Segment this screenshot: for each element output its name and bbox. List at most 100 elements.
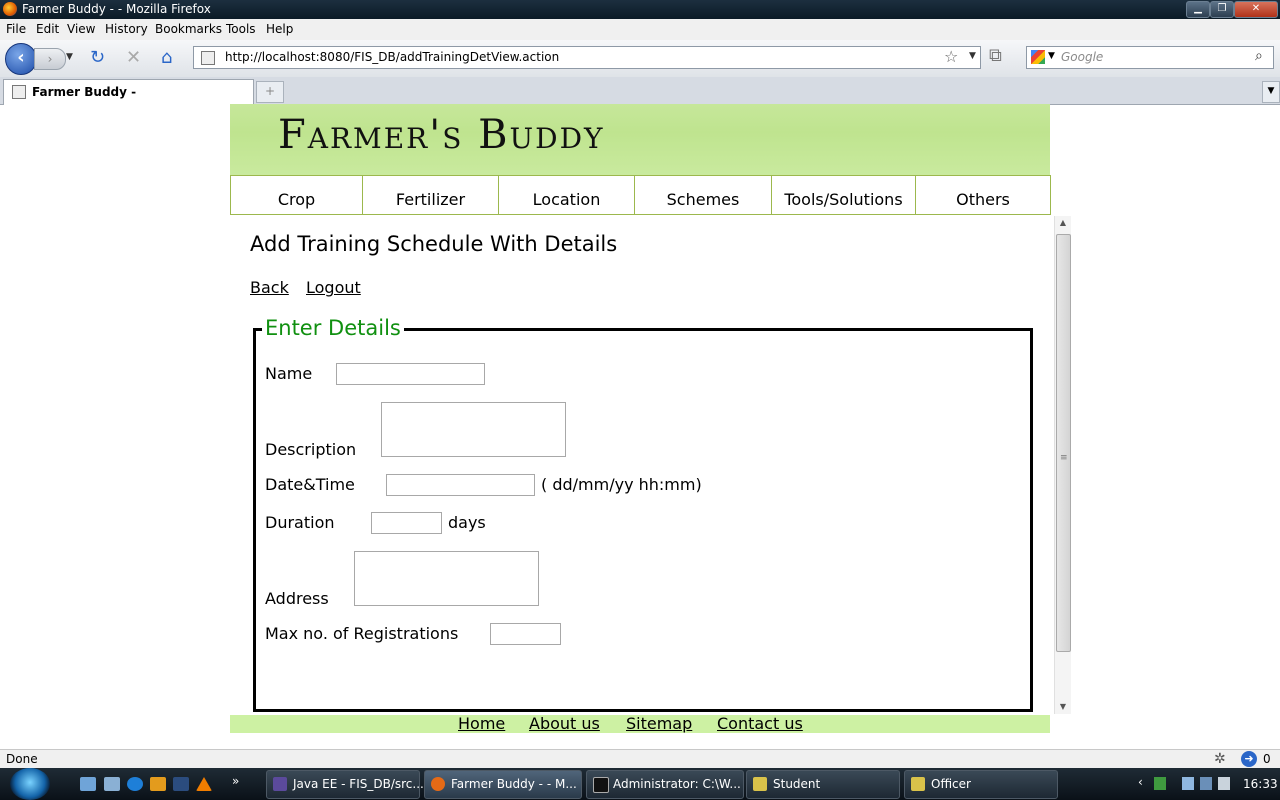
title-bar: Farmer Buddy - - Mozilla Firefox ▁ ❐ ✕: [0, 0, 1280, 19]
site-nav-menu: Crop Fertilizer Location Schemes Tools/S…: [230, 175, 1051, 215]
taskbar-button-cmd[interactable]: Administrator: C:\W...: [586, 770, 744, 799]
volume-tray-icon[interactable]: [1218, 777, 1230, 790]
network-tray-icon[interactable]: [1200, 777, 1212, 790]
menu-bookmarks[interactable]: Bookmarks: [155, 22, 222, 36]
power-tray-icon[interactable]: [1182, 777, 1194, 790]
footer-home-link[interactable]: Home: [458, 714, 505, 733]
taskbar-label: Student: [773, 777, 821, 791]
site-header: Farmer's Buddy: [230, 104, 1050, 175]
tab-list-icon[interactable]: ▼: [1262, 81, 1280, 103]
search-input[interactable]: Google: [1061, 50, 1103, 64]
menu-help[interactable]: Help: [266, 22, 293, 36]
taskbar-label: Administrator: C:\W...: [613, 777, 741, 791]
name-input[interactable]: [336, 363, 485, 385]
nav-others[interactable]: Others: [916, 176, 1050, 214]
menu-bar: File Edit View History Bookmarks Tools H…: [0, 19, 1280, 40]
menu-view[interactable]: View: [67, 22, 95, 36]
download-status-icon[interactable]: ➜: [1241, 751, 1257, 767]
tab-overview-icon[interactable]: ⧉: [989, 45, 1013, 67]
max-registrations-label: Max no. of Registrations: [265, 624, 459, 643]
logout-link[interactable]: Logout: [306, 278, 361, 297]
quicklaunch-more-icon[interactable]: »: [232, 774, 239, 788]
security-tray-icon[interactable]: [1154, 777, 1166, 790]
site-logo[interactable]: Farmer's Buddy: [278, 112, 605, 158]
scroll-grip-icon: ≡: [1060, 453, 1068, 463]
ie-icon[interactable]: [127, 777, 143, 791]
url-text[interactable]: http://localhost:8080/FIS_DB/addTraining…: [225, 50, 559, 64]
console-icon[interactable]: [173, 777, 189, 791]
back-button[interactable]: ‹: [5, 43, 37, 75]
duration-label: Duration: [265, 513, 335, 532]
taskbar-button-firefox[interactable]: Farmer Buddy - - M...: [424, 770, 582, 799]
tab-farmer-buddy[interactable]: Farmer Buddy -: [3, 79, 254, 105]
footer-contact-link[interactable]: Contact us: [717, 714, 803, 733]
datetime-format-hint: ( dd/mm/yy hh:mm): [541, 475, 702, 494]
taskbar-button-java-ee[interactable]: Java EE - FIS_DB/src...: [266, 770, 424, 799]
search-bar[interactable]: ▼ Google ⌕: [1026, 46, 1274, 69]
url-dropdown-icon[interactable]: ▼: [969, 51, 976, 61]
tab-favicon-icon: [12, 85, 26, 99]
max-registrations-input[interactable]: [490, 623, 561, 645]
stop-icon[interactable]: ✕: [126, 48, 141, 68]
nav-fertilizer[interactable]: Fertilizer: [363, 176, 499, 214]
name-label: Name: [265, 364, 313, 383]
cmd-icon: [593, 777, 609, 793]
firefox-icon: [3, 2, 17, 16]
footer-about-link[interactable]: About us: [529, 714, 600, 733]
menu-tools[interactable]: Tools: [226, 22, 256, 36]
media-player-icon[interactable]: [150, 777, 166, 791]
addon-gear-icon[interactable]: ✲: [1214, 751, 1226, 767]
page-favicon-icon: [201, 51, 215, 65]
close-button[interactable]: ✕: [1234, 1, 1278, 18]
menu-history[interactable]: History: [105, 22, 148, 36]
search-engine-dropdown-icon[interactable]: ▼: [1048, 51, 1055, 61]
scroll-down-arrow-icon[interactable]: ▼: [1055, 702, 1071, 711]
search-icon[interactable]: ⌕: [1255, 48, 1263, 64]
menu-edit[interactable]: Edit: [36, 22, 59, 36]
vlc-icon[interactable]: [196, 777, 212, 791]
scrollbar-thumb[interactable]: ≡: [1056, 234, 1071, 652]
tray-expand-icon[interactable]: ‹: [1138, 775, 1143, 789]
taskbar-label: Officer: [931, 777, 971, 791]
fieldset-legend: Enter Details: [262, 316, 404, 340]
menu-file[interactable]: File: [6, 22, 26, 36]
content-scrollbar[interactable]: ▲ ≡ ▼: [1054, 216, 1071, 714]
bookmark-star-icon[interactable]: ☆: [944, 47, 958, 66]
nav-location[interactable]: Location: [499, 176, 635, 214]
minimize-button[interactable]: ▁: [1186, 1, 1210, 18]
switch-windows-icon[interactable]: [104, 777, 120, 791]
show-desktop-icon[interactable]: [80, 777, 96, 791]
forward-button[interactable]: ›: [34, 48, 66, 70]
taskbar: » Java EE - FIS_DB/src... Farmer Buddy -…: [0, 768, 1280, 800]
description-label: Description: [265, 440, 357, 459]
back-link[interactable]: Back: [250, 278, 289, 297]
url-bar[interactable]: http://localhost:8080/FIS_DB/addTraining…: [193, 46, 981, 69]
duration-input[interactable]: [371, 512, 442, 534]
eclipse-icon: [273, 777, 287, 791]
footer-sitemap-link[interactable]: Sitemap: [626, 714, 692, 733]
new-tab-button[interactable]: +: [256, 81, 284, 103]
nav-tools-solutions[interactable]: Tools/Solutions: [772, 176, 916, 214]
taskbar-button-student[interactable]: Student: [746, 770, 900, 799]
firefox-taskbar-icon: [431, 777, 445, 791]
history-dropdown-icon[interactable]: ▼: [66, 52, 73, 62]
datetime-input[interactable]: [386, 474, 535, 496]
taskbar-label: Farmer Buddy - - M...: [451, 777, 577, 791]
taskbar-clock[interactable]: 16:33: [1243, 777, 1278, 791]
taskbar-button-officer[interactable]: Officer: [904, 770, 1058, 799]
page-title: Add Training Schedule With Details: [250, 232, 618, 256]
tab-strip: Farmer Buddy - + ▼: [0, 77, 1280, 105]
reload-icon[interactable]: ↻: [90, 48, 105, 68]
maximize-button[interactable]: ❐: [1210, 1, 1234, 18]
address-textarea[interactable]: [354, 551, 539, 606]
nav-schemes[interactable]: Schemes: [635, 176, 772, 214]
description-textarea[interactable]: [381, 402, 566, 457]
status-count: 0: [1263, 752, 1271, 766]
nav-crop[interactable]: Crop: [231, 176, 363, 214]
scroll-up-arrow-icon[interactable]: ▲: [1055, 218, 1071, 227]
home-icon[interactable]: ⌂: [161, 48, 172, 68]
windows-start-icon[interactable]: [10, 768, 50, 800]
folder-icon: [753, 777, 767, 791]
google-icon[interactable]: [1031, 50, 1045, 64]
status-text: Done: [6, 752, 38, 766]
